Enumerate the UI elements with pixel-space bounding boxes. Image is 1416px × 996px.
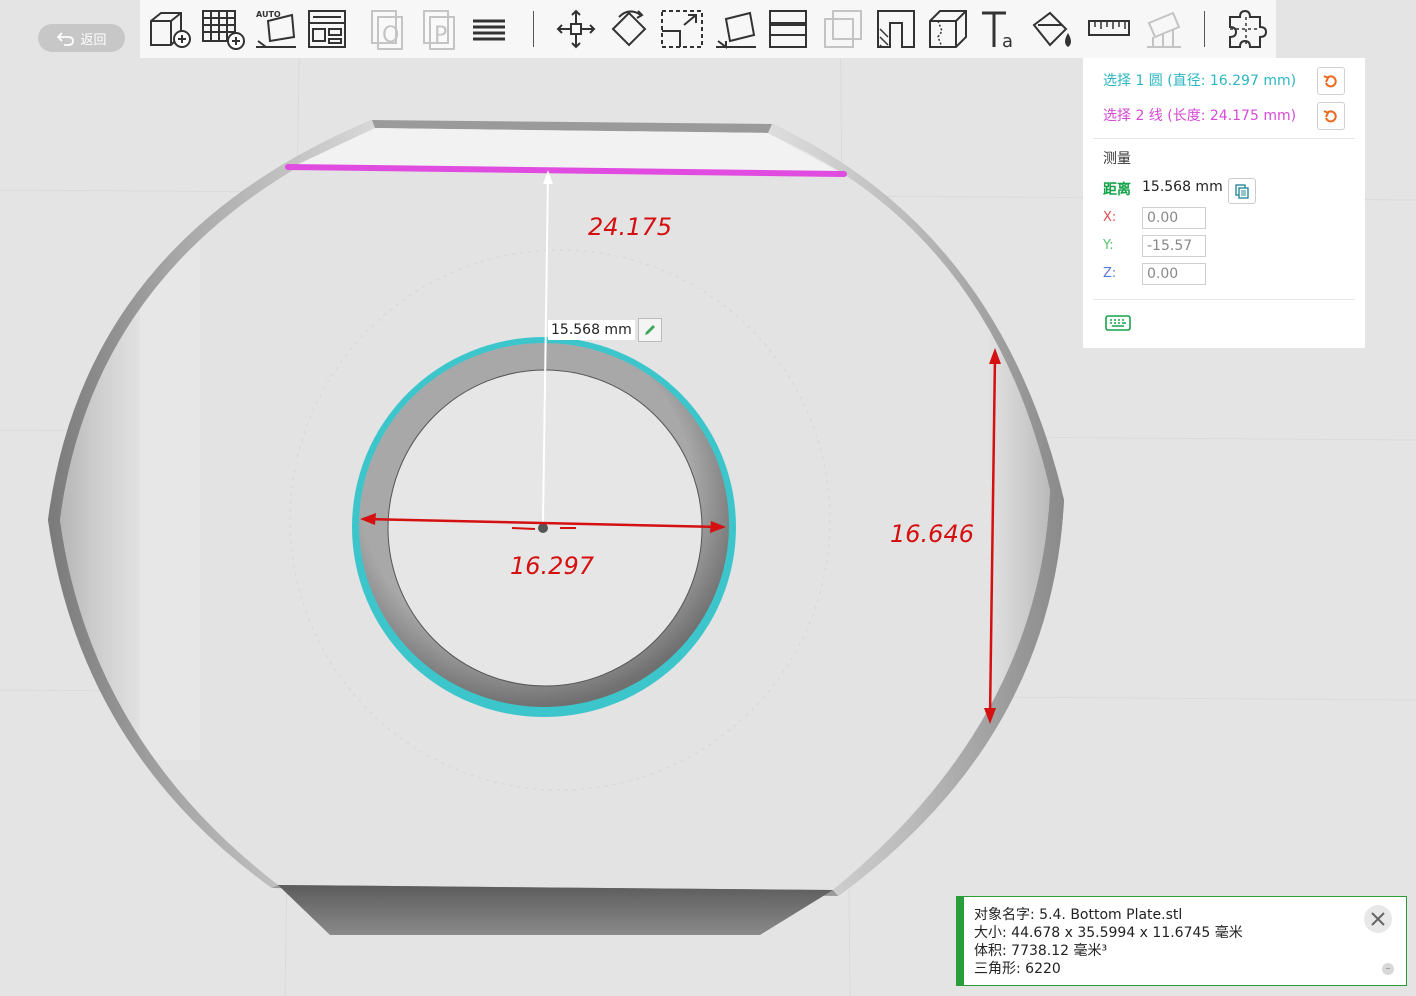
- copy-o-button[interactable]: O: [362, 5, 414, 53]
- rotate-button[interactable]: [603, 5, 655, 53]
- svg-text:O: O: [382, 23, 399, 48]
- puzzle-button[interactable]: [1220, 5, 1272, 53]
- toolbar-separator: [533, 11, 534, 47]
- close-info-button[interactable]: [1364, 905, 1392, 933]
- measure-section-title: 测量: [1103, 151, 1131, 167]
- undo-icon: [1323, 110, 1337, 123]
- minimize-icon: –: [1385, 963, 1391, 974]
- y-field[interactable]: [1142, 235, 1206, 257]
- edit-distance-button[interactable]: [638, 318, 662, 342]
- keyboard-icon: [1105, 315, 1131, 331]
- distance-tag: 15.568 mm: [548, 320, 635, 340]
- selection-1: 选择 1 圆 (直径: 16.297 mm): [1103, 73, 1297, 89]
- add-cube-icon: [150, 12, 191, 48]
- auto-layout-icon: AUTO: [256, 10, 296, 48]
- auto-layout-button[interactable]: AUTO: [250, 5, 302, 53]
- support-icon: [1147, 11, 1181, 48]
- lay-flat-icon: [716, 11, 756, 49]
- svg-text:AUTO: AUTO: [256, 10, 281, 19]
- shell-icon: [877, 10, 915, 48]
- copy-p-button[interactable]: P: [414, 5, 466, 53]
- measure-panel: 选择 1 圆 (直径: 16.297 mm) 选择 2 线 (长度: 24.17…: [1083, 58, 1365, 348]
- pencil-icon: [645, 325, 655, 335]
- object-triangles: 三角形: 6220: [974, 961, 1061, 977]
- panel-divider: [1093, 299, 1355, 300]
- lay-flat-button[interactable]: [710, 5, 762, 53]
- copy-o-icon: O: [371, 10, 403, 50]
- hollow-icon: [824, 10, 862, 48]
- hollow-button[interactable]: [817, 5, 869, 53]
- rotate-icon: [611, 10, 647, 47]
- panel-divider: [1093, 138, 1355, 139]
- add-cube-button[interactable]: [143, 5, 195, 53]
- copy-icon: [1235, 184, 1249, 199]
- reset-selection-1-button[interactable]: [1317, 67, 1345, 95]
- text-button[interactable]: a: [974, 5, 1026, 53]
- copy-p-icon: P: [423, 10, 455, 50]
- z-field[interactable]: [1142, 263, 1206, 285]
- copy-distance-button[interactable]: [1228, 178, 1256, 204]
- puzzle-icon: [1229, 9, 1268, 48]
- support-button[interactable]: [1137, 5, 1189, 53]
- distance-value: 15.568 mm: [1142, 179, 1223, 195]
- layers-icon: [473, 19, 505, 41]
- object-info-panel: 对象名字: 5.4. Bottom Plate.stl 大小: 44.678 x…: [956, 896, 1407, 986]
- split-button[interactable]: [922, 5, 974, 53]
- cut-button[interactable]: [762, 5, 814, 53]
- side-height-dimension: 16.646: [890, 520, 974, 548]
- undo-icon: [1323, 75, 1337, 88]
- object-name: 对象名字: 5.4. Bottom Plate.stl: [974, 907, 1183, 923]
- svg-text:P: P: [434, 23, 447, 48]
- svg-text:a: a: [1002, 31, 1013, 51]
- scale-icon: [661, 10, 703, 48]
- y-label: Y:: [1103, 238, 1114, 253]
- minimize-info-button[interactable]: –: [1382, 963, 1394, 975]
- object-size: 大小: 44.678 x 35.5994 x 11.6745 毫米: [974, 925, 1243, 941]
- cut-icon: [769, 10, 807, 48]
- shell-button[interactable]: [870, 5, 922, 53]
- layout-button[interactable]: [301, 5, 353, 53]
- reset-selection-2-button[interactable]: [1317, 102, 1345, 130]
- scale-button[interactable]: [656, 5, 708, 53]
- split-icon: [929, 10, 967, 48]
- distance-label: 距离: [1103, 182, 1131, 198]
- line-length-dimension: 24.175: [588, 213, 672, 241]
- measure-ruler-icon: [1088, 20, 1130, 36]
- move-icon: [556, 9, 596, 49]
- selection-2: 选择 2 线 (长度: 24.175 mm): [1103, 108, 1297, 124]
- text-icon: a: [982, 11, 1013, 51]
- paint-button[interactable]: [1026, 5, 1078, 53]
- layout-icon: [308, 10, 346, 48]
- object-volume: 体积: 7738.12 毫米³: [974, 943, 1108, 959]
- back-button[interactable]: 返回: [38, 24, 125, 52]
- x-field[interactable]: [1142, 207, 1206, 229]
- circle-diameter-dimension: 16.297: [510, 552, 594, 580]
- toolbar-separator: [1204, 11, 1205, 47]
- add-grid-button[interactable]: [197, 5, 249, 53]
- layers-button[interactable]: [463, 5, 515, 53]
- add-grid-icon: [202, 10, 245, 50]
- toolbar: AUTO O P a: [140, 0, 1276, 58]
- close-icon: [1371, 912, 1385, 926]
- keyboard-button[interactable]: [1105, 314, 1131, 332]
- x-label: X:: [1103, 210, 1117, 225]
- measure-button[interactable]: [1083, 5, 1135, 53]
- paint-icon: [1032, 11, 1071, 47]
- move-button[interactable]: [550, 5, 602, 53]
- return-icon: [57, 32, 75, 46]
- z-label: Z:: [1103, 266, 1117, 281]
- back-label: 返回: [80, 32, 107, 48]
